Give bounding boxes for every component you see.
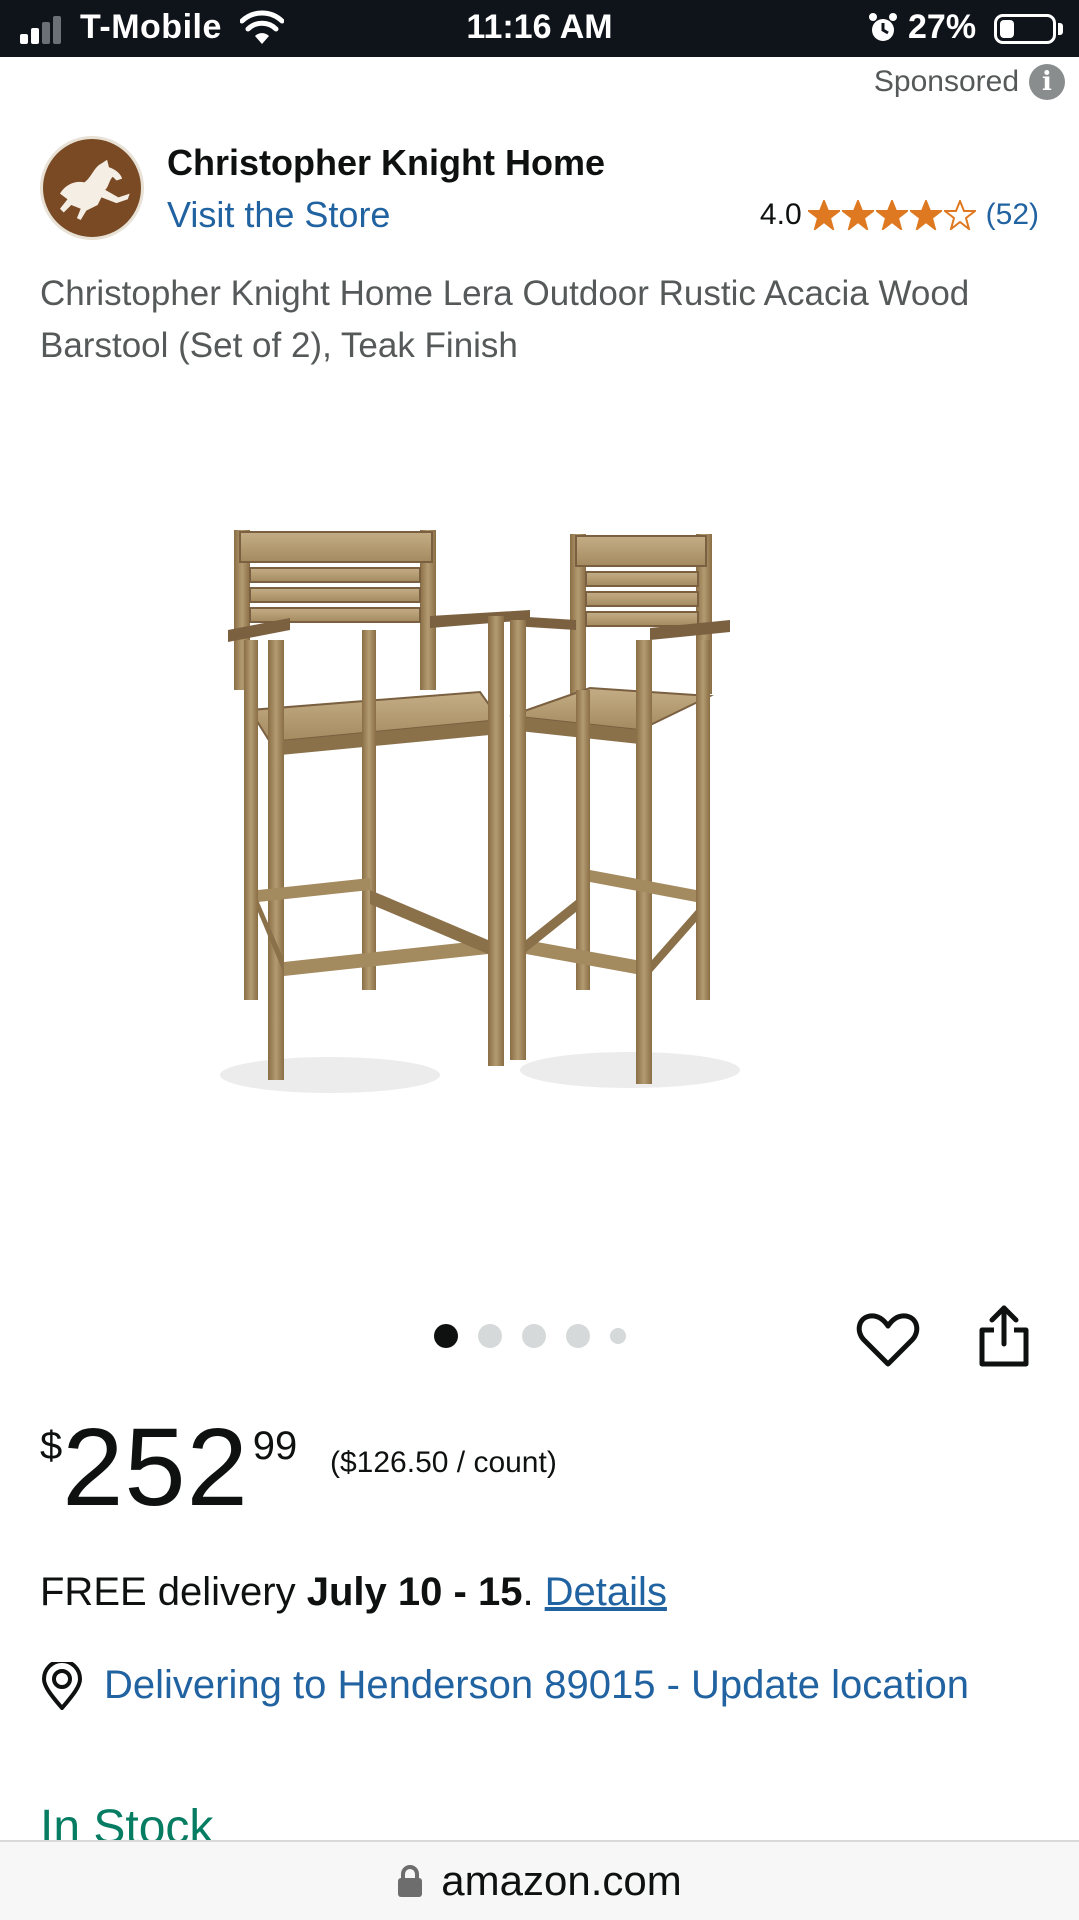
horse-logo-icon bbox=[59, 159, 130, 221]
right-barstool bbox=[509, 534, 730, 1084]
delivery-info: FREE delivery July 10 - 15. Details bbox=[40, 1570, 667, 1615]
alarm-icon bbox=[869, 13, 897, 41]
delivery-suffix: . bbox=[522, 1570, 545, 1614]
update-location-link[interactable]: Delivering to Henderson 89015 - Update l… bbox=[104, 1656, 1004, 1714]
price-whole: 252 bbox=[62, 1406, 249, 1529]
brand-logo[interactable] bbox=[40, 136, 144, 240]
battery-tip bbox=[1058, 23, 1063, 35]
delivery-date: July 10 - 15 bbox=[306, 1570, 523, 1614]
status-bar: T-Mobile 11:16 AM 27% bbox=[0, 0, 1079, 57]
star-filled-icon bbox=[841, 200, 874, 230]
url-domain: amazon.com bbox=[441, 1857, 682, 1904]
star-rating bbox=[807, 200, 976, 230]
heart-icon[interactable] bbox=[856, 1310, 920, 1370]
product-image[interactable] bbox=[210, 520, 890, 1100]
carousel-dot[interactable] bbox=[434, 1324, 458, 1348]
delivery-details-link[interactable]: Details bbox=[545, 1570, 667, 1614]
carousel-dot[interactable] bbox=[610, 1328, 626, 1344]
sponsored-label[interactable]: Sponsored i bbox=[874, 64, 1065, 100]
info-icon[interactable]: i bbox=[1029, 64, 1065, 100]
unit-price: ($126.50 / count) bbox=[330, 1446, 557, 1479]
share-icon[interactable] bbox=[976, 1304, 1032, 1368]
browser-url-bar[interactable]: amazon.com bbox=[0, 1840, 1079, 1920]
star-filled-icon bbox=[909, 200, 942, 230]
delivery-prefix: FREE delivery bbox=[40, 1570, 307, 1614]
battery-percentage: 27% bbox=[908, 8, 977, 46]
star-filled-icon bbox=[807, 200, 840, 230]
battery-level bbox=[1000, 20, 1014, 38]
product-title: Christopher Knight Home Lera Outdoor Rus… bbox=[40, 274, 970, 365]
review-count[interactable]: (52) bbox=[986, 198, 1039, 232]
brand-name[interactable]: Christopher Knight Home bbox=[167, 142, 605, 184]
price-fraction: 99 bbox=[252, 1424, 298, 1468]
visit-store-link[interactable]: Visit the Store bbox=[167, 194, 390, 236]
sponsored-text: Sponsored bbox=[873, 65, 1019, 98]
image-carousel-dots[interactable] bbox=[434, 1324, 626, 1348]
location-pin-icon bbox=[41, 1662, 83, 1710]
price-symbol: $ bbox=[40, 1424, 63, 1468]
rating-value: 4.0 bbox=[759, 198, 802, 231]
carousel-dot[interactable] bbox=[566, 1324, 590, 1348]
carousel-dot[interactable] bbox=[478, 1324, 502, 1348]
star-filled-icon bbox=[875, 200, 908, 230]
carousel-dot[interactable] bbox=[522, 1324, 546, 1348]
lock-icon bbox=[398, 1865, 423, 1897]
rating-summary[interactable]: 4.0 (52) bbox=[760, 198, 1039, 232]
battery-icon bbox=[994, 14, 1056, 44]
price: $ 252 99 bbox=[40, 1406, 298, 1529]
star-empty-icon bbox=[943, 200, 976, 230]
left-barstool bbox=[228, 530, 530, 1080]
